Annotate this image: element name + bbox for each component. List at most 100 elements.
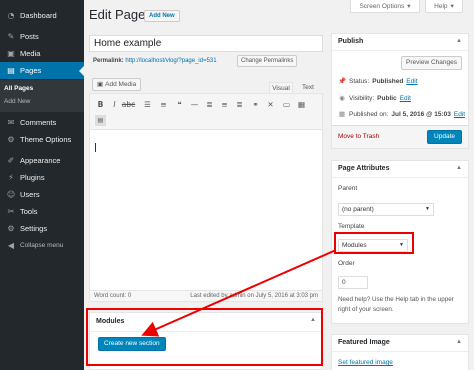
- divider: [332, 177, 468, 178]
- parent-select[interactable]: (no parent) ▼: [338, 203, 434, 216]
- remove-link-icon[interactable]: ✕: [265, 99, 276, 110]
- add-media-button[interactable]: ▣ Add Media: [92, 78, 142, 91]
- sidebar-item-comments[interactable]: ✉ Comments: [0, 114, 84, 131]
- order-label: Order: [338, 260, 355, 267]
- template-highlight-box: [334, 232, 414, 254]
- screen-options-tab[interactable]: Screen Options ▾: [350, 0, 420, 13]
- permalink-row: Permalink: http://localhost/vlog/?page_i…: [93, 58, 217, 64]
- visibility-label: Visibility:: [349, 94, 375, 102]
- help-tab[interactable]: Help ▾: [425, 0, 463, 13]
- content-editor[interactable]: B I abc ☰ ≡ ❝ — ≣ ≡ ≣ ⚭ ✕ ▭ ▦ ▤ Word cou…: [89, 93, 323, 302]
- sidebar-item-settings[interactable]: ⚙ Settings: [0, 220, 84, 237]
- collapse-arrow-icon[interactable]: ▲: [456, 38, 462, 44]
- change-permalinks-button[interactable]: Change Permalinks: [237, 55, 298, 67]
- eye-icon: ◉: [339, 94, 345, 102]
- dashboard-icon: ◔: [7, 11, 15, 20]
- insert-link-icon[interactable]: ⚭: [250, 99, 261, 110]
- tools-icon: ✂: [7, 207, 15, 216]
- align-left-icon[interactable]: ≣: [204, 99, 215, 110]
- sidebar-item-label: Pages: [20, 66, 42, 75]
- sidebar-item-label: Comments: [20, 118, 57, 127]
- sidebar-item-posts[interactable]: ✎ Posts: [0, 28, 84, 45]
- blockquote-icon[interactable]: ❝: [174, 99, 185, 110]
- theme-options-icon: ⚙: [7, 135, 15, 144]
- bullet-list-icon[interactable]: ☰: [142, 99, 153, 110]
- featured-image-title: Featured Image: [338, 339, 390, 346]
- post-title-input[interactable]: Home example: [89, 35, 323, 52]
- edit-status-link[interactable]: Edit: [406, 78, 417, 85]
- template-label: Template: [338, 223, 365, 230]
- editor-toolbar: B I abc ☰ ≡ ❝ — ≣ ≡ ≣ ⚭ ✕ ▭ ▦ ▤: [90, 94, 322, 130]
- sidebar-item-label: Plugins: [20, 173, 45, 182]
- kitchen-sink-icon[interactable]: ▤: [95, 115, 106, 126]
- chevron-down-icon: ▾: [407, 3, 411, 10]
- sidebar-item-media[interactable]: ▣ Media: [0, 45, 84, 62]
- pin-icon: 📌: [338, 77, 347, 85]
- page-title: Edit Page: [89, 7, 146, 22]
- edit-date-link[interactable]: Edit: [454, 111, 465, 118]
- submenu-all-pages[interactable]: All Pages: [4, 85, 33, 92]
- sidebar-collapse-menu[interactable]: ◀ Collapse menu: [0, 237, 84, 254]
- divider: [332, 50, 468, 51]
- help-text: Need help? Use the Help tab in the upper…: [338, 296, 454, 313]
- visibility-row: ◉ Visibility: Public Edit: [338, 94, 411, 102]
- editor-status-bar: Word count: 0 Last edited by admin on Ju…: [90, 290, 322, 301]
- divider: [332, 351, 468, 352]
- collapse-arrow-icon[interactable]: ▲: [456, 165, 462, 171]
- sidebar-item-pages[interactable]: ▤ Pages: [0, 62, 84, 79]
- sidebar-item-tools[interactable]: ✂ Tools: [0, 203, 84, 220]
- tab-text[interactable]: Text: [296, 82, 320, 93]
- sidebar-item-label: Appearance: [20, 156, 61, 165]
- sidebar-item-theme-options[interactable]: ⚙ Theme Options: [0, 131, 84, 148]
- status-row: 📌 Status: Published Edit: [338, 77, 418, 85]
- appearance-icon: ✐: [7, 156, 15, 165]
- sidebar-item-plugins[interactable]: ⚡ Plugins: [0, 169, 84, 186]
- sidebar-item-label: Settings: [20, 224, 48, 233]
- submenu-add-new[interactable]: Add New: [4, 98, 30, 105]
- plugins-icon: ⚡: [8, 173, 14, 182]
- bold-icon[interactable]: B: [95, 99, 106, 110]
- order-input[interactable]: 0: [338, 276, 368, 289]
- edit-visibility-link[interactable]: Edit: [400, 95, 411, 102]
- sidebar-item-dashboard[interactable]: ◔ Dashboard: [0, 7, 84, 24]
- permalink-url[interactable]: http://localhost/vlog/?page_id=531: [125, 58, 216, 64]
- read-more-icon[interactable]: ▭: [281, 99, 292, 110]
- media-icon: ▣: [7, 49, 15, 58]
- toolbar-toggle-icon[interactable]: ▦: [296, 99, 307, 110]
- add-new-button[interactable]: Add New: [144, 10, 180, 22]
- published-value: Jul 5, 2016 @ 15:03: [391, 110, 451, 118]
- sidebar-item-appearance[interactable]: ✐ Appearance: [0, 152, 84, 169]
- sidebar-item-label: Collapse menu: [20, 242, 64, 249]
- align-center-icon[interactable]: ≡: [219, 99, 230, 110]
- update-button[interactable]: Update: [427, 130, 462, 144]
- numbered-list-icon[interactable]: ≡: [158, 99, 169, 110]
- visibility-value: Public: [377, 94, 397, 102]
- screen-options-label: Screen Options: [359, 2, 405, 10]
- sidebar-item-label: Dashboard: [20, 11, 57, 20]
- tab-visual[interactable]: Visual: [269, 82, 293, 93]
- sidebar-item-label: Users: [20, 190, 40, 199]
- set-featured-image-link[interactable]: Set featured image: [338, 359, 393, 366]
- featured-image-panel: Featured Image ▲ Set featured image: [331, 334, 469, 370]
- pin-icon: ✎: [7, 32, 15, 41]
- published-label: Published on:: [349, 110, 389, 118]
- italic-icon[interactable]: I: [109, 99, 120, 110]
- media-icon: ▣: [97, 80, 104, 88]
- chevron-down-icon: ▼: [425, 206, 430, 212]
- publish-panel: Publish ▲ Preview Changes 📌 Status: Publ…: [331, 33, 469, 149]
- published-row: ▦ Published on: Jul 5, 2016 @ 15:03 Edit: [338, 110, 465, 118]
- horizontal-line-icon[interactable]: —: [189, 99, 200, 110]
- collapse-arrow-icon[interactable]: ▲: [456, 339, 462, 345]
- permalink-label: Permalink:: [93, 58, 124, 64]
- comments-icon: ✉: [7, 118, 15, 127]
- sidebar-item-users[interactable]: ☺ Users: [0, 186, 84, 203]
- move-to-trash-link[interactable]: Move to Trash: [338, 133, 379, 140]
- publish-actions: Move to Trash Update: [332, 125, 468, 148]
- page-attributes-title: Page Attributes: [338, 165, 390, 172]
- preview-changes-button[interactable]: Preview Changes: [401, 56, 462, 70]
- align-right-icon[interactable]: ≣: [234, 99, 245, 110]
- sidebar-item-label: Posts: [20, 32, 39, 41]
- collapse-icon: ◀: [7, 241, 15, 250]
- word-count: Word count: 0: [94, 293, 132, 299]
- strikethrough-icon[interactable]: abc: [122, 99, 135, 110]
